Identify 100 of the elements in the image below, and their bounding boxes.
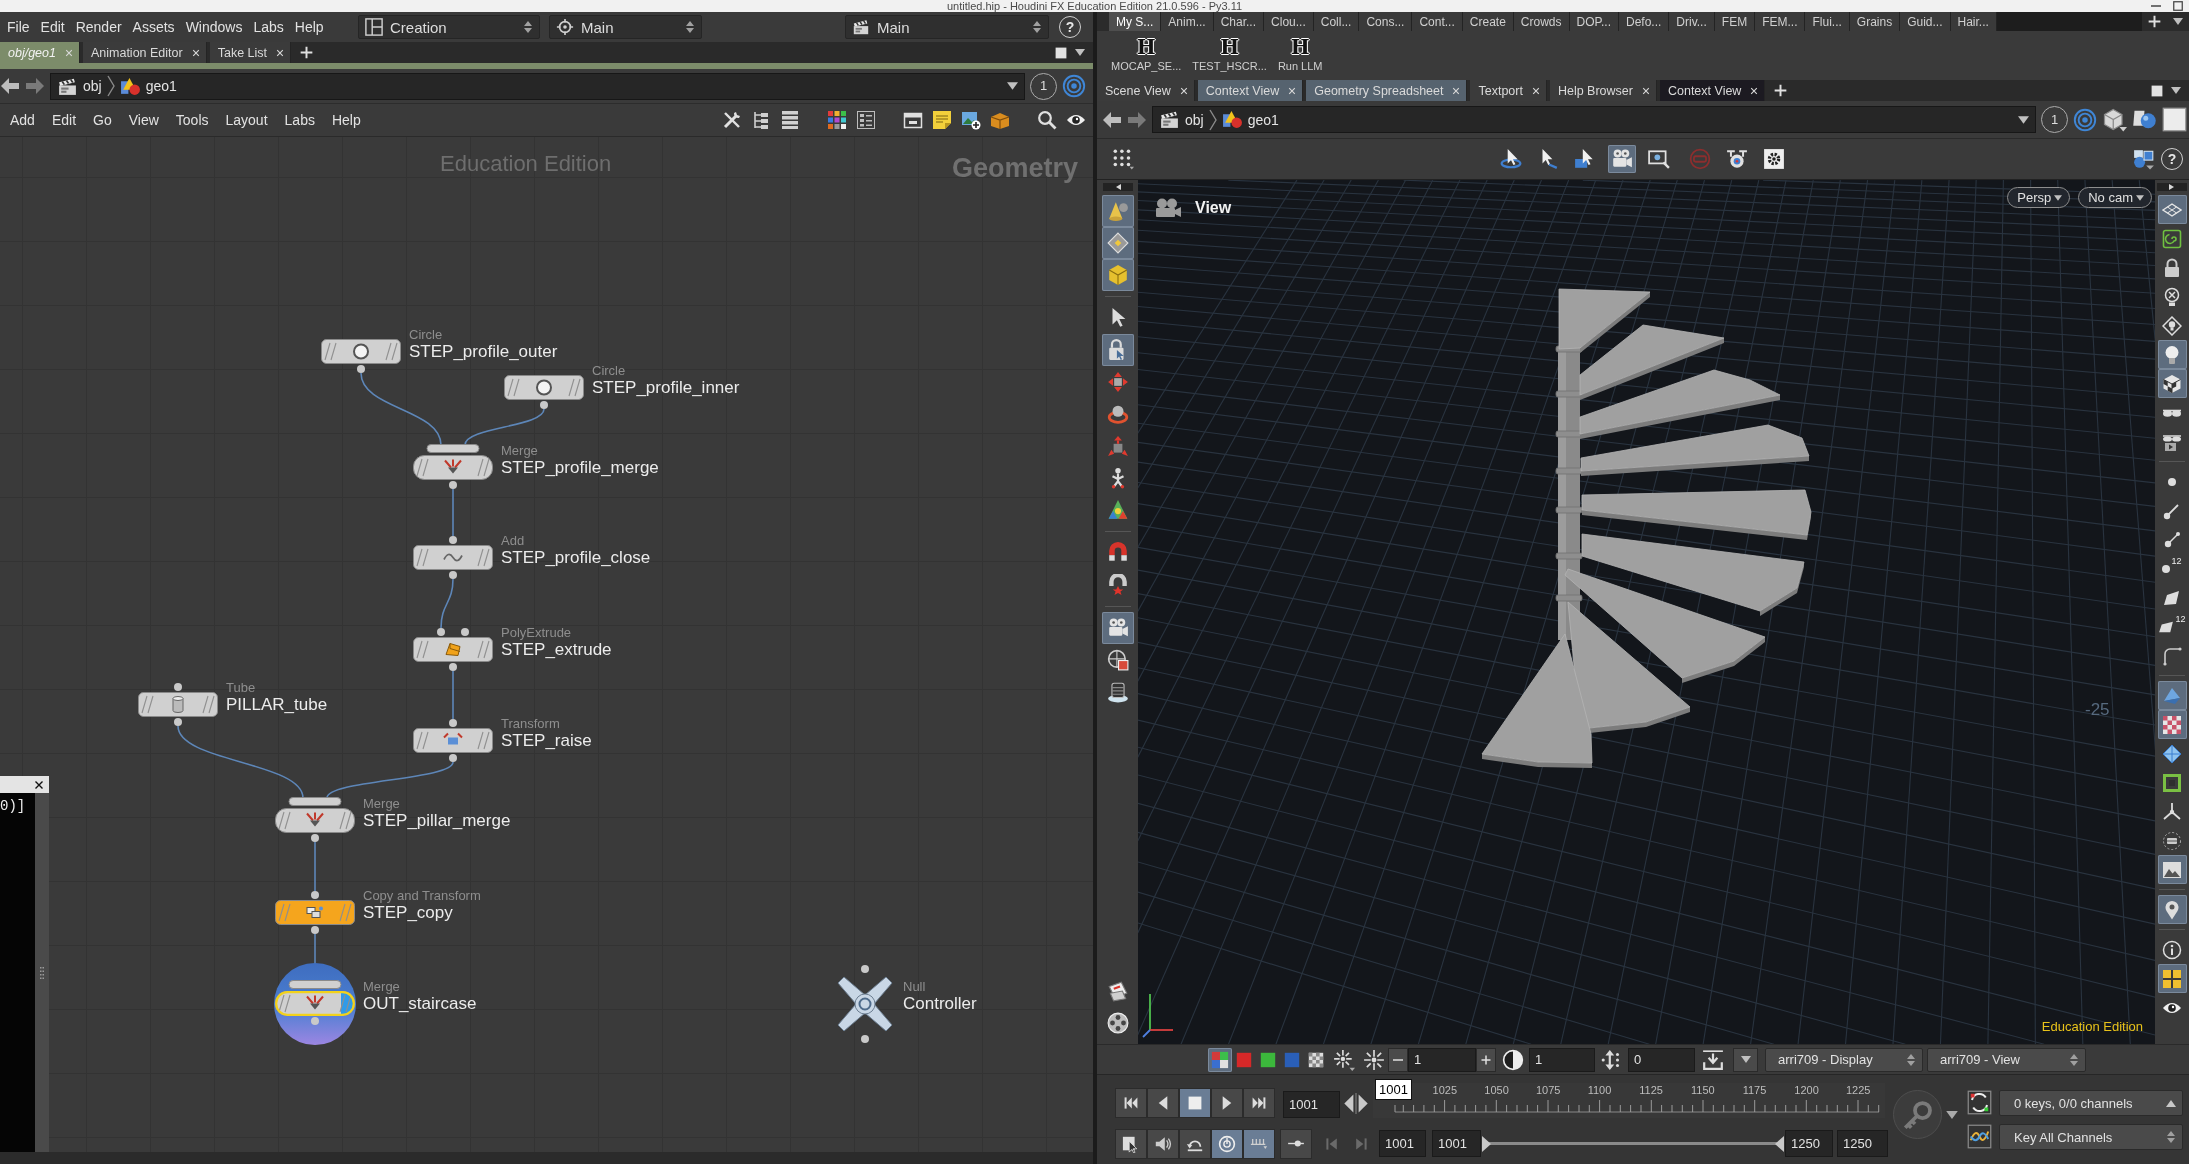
output-port[interactable] xyxy=(449,481,457,489)
speaker-button[interactable] xyxy=(1147,1128,1179,1159)
range-field[interactable]: 1250 xyxy=(1785,1130,1833,1157)
grid-plane-button[interactable] xyxy=(2157,195,2187,224)
pane-tab[interactable]: Context View xyxy=(1659,80,1766,101)
shelf-tab[interactable]: Coll... xyxy=(1313,12,1360,31)
output-port[interactable] xyxy=(449,571,457,579)
keys-status-menu[interactable]: 0 keys, 0/0 channels xyxy=(1999,1090,2183,1116)
output-port[interactable] xyxy=(357,365,365,373)
package-icon[interactable] xyxy=(990,110,1010,130)
sparkle-icon[interactable] xyxy=(1363,1048,1385,1071)
menu-item[interactable]: Add xyxy=(10,112,35,128)
shelf-tool[interactable]: H Run LLM xyxy=(1277,36,1323,72)
menu-item[interactable]: Render xyxy=(75,19,122,35)
pane-tab[interactable]: Geometry Spreadsheet xyxy=(1306,80,1468,101)
input-port[interactable] xyxy=(449,719,457,727)
network-node[interactable] xyxy=(275,980,355,1016)
square-icon[interactable] xyxy=(2162,107,2187,132)
caret-down-icon[interactable] xyxy=(1075,49,1085,56)
plus-icon[interactable] xyxy=(2148,15,2161,28)
network-box-icon[interactable] xyxy=(903,110,923,130)
movie-camera-button[interactable] xyxy=(1608,145,1636,173)
diamond-button[interactable] xyxy=(1101,227,1134,259)
input-port[interactable] xyxy=(437,628,445,636)
four-pane-button[interactable] xyxy=(2157,964,2187,993)
shelf-tool[interactable]: H MOCAP_SE... xyxy=(1111,36,1182,72)
caret-down-icon[interactable] xyxy=(2018,115,2029,124)
list-icon[interactable] xyxy=(780,110,800,130)
forward-arrow-icon[interactable] xyxy=(25,76,45,96)
menu-item[interactable]: Windows xyxy=(185,19,243,35)
cone-button[interactable] xyxy=(1101,195,1134,227)
back-arrow-icon[interactable] xyxy=(0,76,20,96)
movie-camera-button[interactable] xyxy=(1101,612,1134,644)
pane-tab[interactable]: Animation Editor xyxy=(82,42,207,63)
current-frame-marker[interactable]: 1001 xyxy=(1375,1079,1412,1100)
padlock-cursor-button[interactable] xyxy=(1101,334,1134,366)
menu-item[interactable]: Tools xyxy=(175,112,209,128)
3d-viewport[interactable]: View Persp No cam -25 Education Edition xyxy=(1138,180,2155,1044)
square-icon[interactable] xyxy=(2151,84,2163,97)
set-key-button[interactable] xyxy=(1893,1090,1942,1139)
landscape-image-button[interactable] xyxy=(2157,855,2187,884)
loop-arrow-button[interactable] xyxy=(1179,1128,1211,1159)
shelf-tab[interactable]: Grains xyxy=(1849,12,1901,31)
menu-item[interactable]: Labs xyxy=(284,112,315,128)
menu-item[interactable]: Edit xyxy=(40,19,65,35)
output-port[interactable] xyxy=(540,401,548,409)
shelf-tab[interactable]: Create xyxy=(1462,12,1514,31)
caret-down-icon[interactable] xyxy=(1946,1110,1958,1119)
number-field[interactable]: 1 xyxy=(1408,1047,1476,1072)
output-port[interactable] xyxy=(311,834,319,842)
input-port[interactable] xyxy=(449,536,457,544)
path-field[interactable]: obj geo1 xyxy=(1152,106,2036,133)
input-port[interactable] xyxy=(174,683,182,691)
increment-button[interactable] xyxy=(1476,1047,1496,1072)
path-segment[interactable]: obj xyxy=(1185,111,1204,128)
point-number-button[interactable]: 12 xyxy=(2157,554,2187,583)
shelf-tab[interactable]: Hair... xyxy=(1950,12,1997,31)
reverse-play-button[interactable] xyxy=(1147,1088,1179,1118)
key-channels-menu[interactable]: Key All Channels xyxy=(1999,1124,2183,1150)
checker-cube-button[interactable] xyxy=(2157,369,2187,398)
menu-item[interactable]: Help xyxy=(331,112,361,128)
shelf-tab[interactable]: My S... xyxy=(1109,12,1162,31)
play-button[interactable] xyxy=(1211,1088,1243,1118)
view-menu[interactable]: arri709 - View xyxy=(1927,1047,2086,1072)
tree-icon[interactable] xyxy=(751,110,771,130)
half-circle-icon[interactable] xyxy=(1502,1048,1524,1071)
input-port[interactable] xyxy=(311,891,319,899)
path-segment[interactable]: geo1 xyxy=(1247,111,1279,128)
shelf-tab[interactable]: Anim... xyxy=(1161,12,1214,31)
thumbnail-list-icon[interactable] xyxy=(856,110,876,130)
output-port[interactable] xyxy=(449,754,457,762)
shelf-tab[interactable]: Char... xyxy=(1213,12,1265,31)
channel-sync-icon[interactable] xyxy=(1967,1090,1992,1115)
search-icon[interactable] xyxy=(1037,110,1057,130)
dropdown-button[interactable] xyxy=(1733,1047,1758,1072)
shelf-tab[interactable]: FEM... xyxy=(1755,12,1806,31)
range-field[interactable]: 1250 xyxy=(1837,1130,1888,1157)
output-port[interactable] xyxy=(861,1035,869,1043)
caret-down-icon[interactable] xyxy=(2173,18,2183,25)
pane-tab[interactable]: Context View xyxy=(1197,80,1304,101)
power-button[interactable] xyxy=(1211,1128,1243,1159)
path-field[interactable]: obj geo1 xyxy=(50,72,1025,100)
input-port[interactable] xyxy=(461,628,469,636)
grip-icon[interactable] xyxy=(40,967,44,979)
caret-down-icon[interactable] xyxy=(2171,87,2181,94)
network-node[interactable] xyxy=(835,974,895,1034)
prism-button[interactable] xyxy=(2157,681,2187,710)
target-icon[interactable] xyxy=(1062,74,1086,98)
shelf-tab[interactable]: Cons... xyxy=(1359,12,1413,31)
panel-scrollbar[interactable] xyxy=(35,793,49,1152)
maximize-icon[interactable] xyxy=(2173,1,2183,11)
shelf-tab[interactable]: Flui... xyxy=(1805,12,1850,31)
shelf-tool[interactable]: H TEST_HSCR... xyxy=(1192,36,1267,72)
path-segment[interactable]: obj xyxy=(83,78,102,94)
display-menu[interactable]: arri709 - Display xyxy=(1765,1047,1923,1072)
shelf-tab[interactable]: Crowds xyxy=(1513,12,1570,31)
caret-down-icon[interactable] xyxy=(1007,82,1018,90)
shelf-tab[interactable]: Defo... xyxy=(1619,12,1670,31)
cube-menu-icon[interactable] xyxy=(2102,107,2127,132)
checker-button[interactable] xyxy=(2157,710,2187,739)
